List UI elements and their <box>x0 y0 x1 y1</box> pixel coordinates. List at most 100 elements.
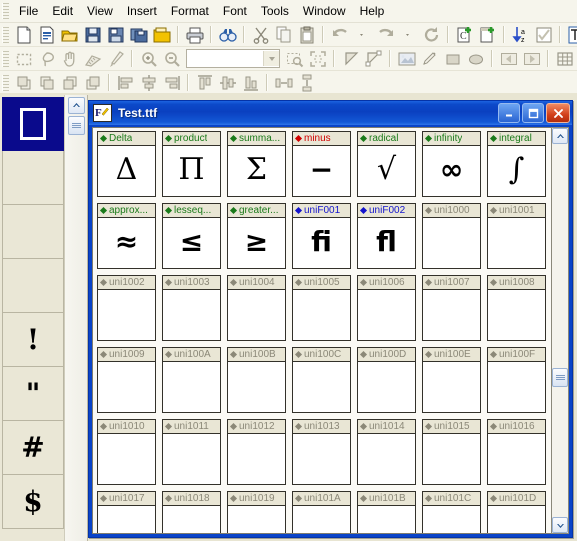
glyph-cell-preview[interactable] <box>227 362 286 413</box>
glyph-cell-preview[interactable] <box>162 506 221 533</box>
scroll-thumb[interactable] <box>67 116 85 135</box>
glyph-cell-preview[interactable] <box>227 506 286 533</box>
glyph-cell[interactable]: minus − <box>292 131 351 197</box>
glyph-cell-header[interactable]: uni1003 <box>162 275 221 290</box>
zoom-in-icon[interactable] <box>137 48 160 69</box>
glyph-cell-preview[interactable] <box>487 290 546 341</box>
glyph-cell-preview[interactable]: Σ <box>227 146 286 197</box>
glyph-cell[interactable]: uni1003 <box>162 275 221 341</box>
glyph-cell-preview[interactable] <box>97 362 156 413</box>
menu-format[interactable]: Format <box>164 2 216 21</box>
glyph-cell-preview[interactable] <box>292 362 351 413</box>
distribute-horizontal-icon[interactable] <box>272 72 295 93</box>
glyph-cell-header[interactable]: uni100F <box>487 347 546 362</box>
rect-tool-icon[interactable] <box>441 48 464 69</box>
glyph-cell[interactable]: lesseq... ≤ <box>162 203 221 269</box>
glyph-cell[interactable]: Delta Δ <box>97 131 156 197</box>
glyph-cell-preview[interactable] <box>292 290 351 341</box>
align-left-icon[interactable] <box>114 72 137 93</box>
scroll-up-button[interactable] <box>67 97 85 114</box>
glyph-cell-header[interactable]: uni1012 <box>227 419 286 434</box>
open-folder-icon[interactable] <box>58 24 81 45</box>
glyph-cell[interactable]: radical √ <box>357 131 416 197</box>
glyph-cell[interactable]: uni1014 <box>357 419 416 485</box>
refresh-icon[interactable] <box>420 24 443 45</box>
glyph-cell[interactable]: uni1006 <box>357 275 416 341</box>
image-icon[interactable] <box>395 48 418 69</box>
glyph-cell-header[interactable]: uni1007 <box>422 275 481 290</box>
glyph-cell-header[interactable]: uni1013 <box>292 419 351 434</box>
char-panel-cell[interactable]: " <box>2 367 64 421</box>
character-panel[interactable]: ! " # $ <box>0 95 88 541</box>
zoom-selection-icon[interactable] <box>283 48 306 69</box>
glyph-cell-preview[interactable] <box>422 362 481 413</box>
glyph-cell-header[interactable]: uni101D <box>487 491 546 506</box>
glyph-cell-header[interactable]: uni1010 <box>97 419 156 434</box>
glyph-cell[interactable]: greater... ≥ <box>227 203 286 269</box>
knife-tool-icon[interactable] <box>104 48 127 69</box>
menu-font[interactable]: Font <box>216 2 254 21</box>
glyph-cell-preview[interactable]: − <box>292 146 351 197</box>
glyph-cell-preview[interactable] <box>97 506 156 533</box>
zoom-out-icon[interactable] <box>160 48 183 69</box>
glyph-cell[interactable]: uni101D <box>487 491 546 533</box>
glyph-cell-header[interactable]: uni100C <box>292 347 351 362</box>
glyph-cell-preview[interactable] <box>97 434 156 485</box>
glyph-cell-header[interactable]: radical <box>357 131 416 146</box>
next-glyph-icon[interactable] <box>520 48 543 69</box>
redo-dropdown-icon[interactable] <box>397 24 420 45</box>
distribute-vertical-icon[interactable] <box>295 72 318 93</box>
glyph-cell-header[interactable]: uni1016 <box>487 419 546 434</box>
toolbar2-drag-grip[interactable] <box>2 50 9 67</box>
glyph-grid-area[interactable]: Delta Δproduct Πsumma... Σminus − radical √ inf… <box>92 127 569 534</box>
glyph-cell-header[interactable]: uni1006 <box>357 275 416 290</box>
glyph-cell-preview[interactable] <box>162 362 221 413</box>
window-scroll-up-button[interactable] <box>552 128 568 144</box>
align-middle-icon[interactable] <box>216 72 239 93</box>
fit-to-window-icon[interactable] <box>306 48 329 69</box>
glyph-cell-preview[interactable] <box>357 362 416 413</box>
menu-edit[interactable]: Edit <box>45 2 80 21</box>
glyph-cell-header[interactable]: uniF001 <box>292 203 351 218</box>
glyph-cell-header[interactable]: uni100A <box>162 347 221 362</box>
paste-icon[interactable] <box>295 24 318 45</box>
glyph-cell-preview[interactable] <box>227 290 286 341</box>
save-as-icon[interactable] <box>104 24 127 45</box>
glyph-cell[interactable]: uni1005 <box>292 275 351 341</box>
glyph-cell-header[interactable]: approx... <box>97 203 156 218</box>
glyph-cell-preview[interactable] <box>422 290 481 341</box>
glyph-cell-header[interactable]: uni1002 <box>97 275 156 290</box>
glyph-cell[interactable]: uni101A <box>292 491 351 533</box>
char-panel-cell[interactable]: # <box>2 421 64 475</box>
char-panel-cell[interactable] <box>2 97 64 151</box>
prev-glyph-icon[interactable] <box>497 48 520 69</box>
char-panel-cell[interactable]: $ <box>2 475 64 529</box>
glyph-cell-preview[interactable] <box>292 434 351 485</box>
glyph-cell[interactable]: uni1011 <box>162 419 221 485</box>
menu-file[interactable]: File <box>12 2 45 21</box>
glyph-cell-header[interactable]: uni101A <box>292 491 351 506</box>
zoom-level-combo[interactable] <box>186 49 280 68</box>
align-bottom-icon[interactable] <box>239 72 262 93</box>
glyph-cell[interactable]: uniF002 fl <box>357 203 416 269</box>
glyph-cell[interactable]: uni100D <box>357 347 416 413</box>
glyph-cell-header[interactable]: summa... <box>227 131 286 146</box>
ellipse-tool-icon[interactable] <box>464 48 487 69</box>
glyph-cell-preview[interactable]: ∫ <box>487 146 546 197</box>
glyph-cell-preview[interactable] <box>357 290 416 341</box>
glyph-cell[interactable]: uni1009 <box>97 347 156 413</box>
line-tool-icon[interactable] <box>418 48 441 69</box>
glyph-cell-preview[interactable]: ≈ <box>97 218 156 269</box>
bring-forward-icon[interactable] <box>35 72 58 93</box>
glyph-cell-preview[interactable] <box>422 218 481 269</box>
new-glyph-icon[interactable] <box>476 24 499 45</box>
new-from-template-icon[interactable] <box>35 24 58 45</box>
toolbar3-drag-grip[interactable] <box>2 74 9 91</box>
find-icon[interactable] <box>216 24 239 45</box>
sort-icon[interactable]: az <box>509 24 532 45</box>
redo-icon[interactable] <box>374 24 397 45</box>
glyph-cell[interactable]: uni1002 <box>97 275 156 341</box>
undo-dropdown-icon[interactable] <box>351 24 374 45</box>
send-to-back-icon[interactable] <box>81 72 104 93</box>
glyph-cell[interactable]: uni1010 <box>97 419 156 485</box>
